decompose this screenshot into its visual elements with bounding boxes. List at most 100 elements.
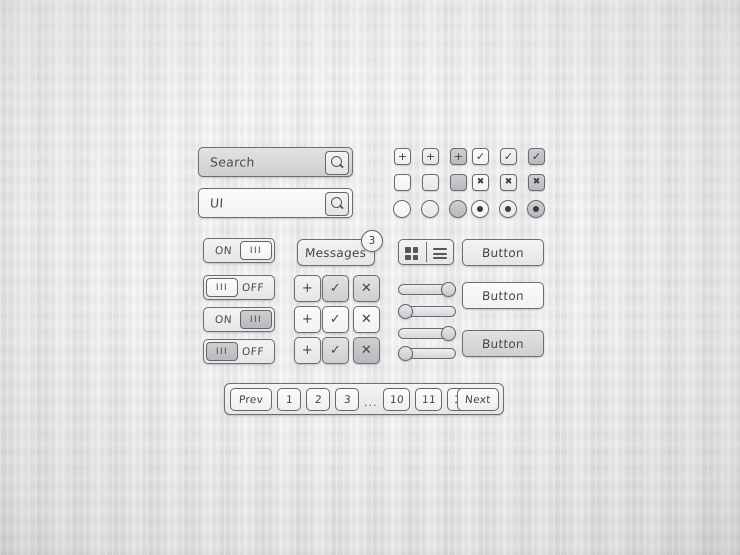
icon-button-check-1[interactable]: ✓ (322, 275, 349, 302)
pagination-next-label: Next (464, 393, 492, 406)
plus-icon: + (425, 150, 436, 163)
pagination-page-2[interactable]: 2 (306, 388, 330, 411)
icon-button-check-3[interactable]: ✓ (322, 337, 349, 364)
button-white[interactable]: Button (462, 282, 544, 309)
button-label: Button (481, 336, 525, 351)
search-button-2[interactable] (325, 192, 349, 216)
checkbox-empty-icon (451, 175, 466, 190)
search-icon (331, 156, 342, 167)
grid-view-icon[interactable] (405, 247, 418, 260)
plus-icon: + (301, 312, 314, 327)
check-icon: ✓ (531, 150, 542, 163)
toggle-off-2[interactable]: OFF III (203, 339, 275, 364)
toggle-label: ON (214, 313, 233, 326)
pagination-page-11[interactable]: 11 (415, 388, 442, 411)
toggle-knob[interactable]: III (206, 342, 238, 361)
slider-knob[interactable] (441, 326, 456, 341)
close-icon: ✖ (476, 177, 485, 187)
checkbox-checked-light[interactable]: ✓ (472, 148, 489, 165)
checkbox-checked-dark[interactable]: ✓ (528, 148, 545, 165)
icon-button-close-3[interactable]: ✕ (353, 337, 380, 364)
check-icon: ✓ (329, 343, 342, 358)
pagination-prev-label: Prev (238, 393, 264, 406)
toggle-off-1[interactable]: OFF III (203, 275, 275, 300)
close-icon: ✕ (360, 281, 373, 296)
wireframe-ui-kit: Search UI + + + ✓ ✓ ✓ ✖ ✖ ✖ ON III OFF I… (0, 0, 740, 555)
slider-4[interactable] (398, 346, 456, 361)
pagination: Prev 1 2 3 ... 10 11 12 Next (224, 383, 504, 415)
toggle-on-1[interactable]: ON III (203, 238, 275, 263)
button-label: Button (481, 245, 525, 260)
checkbox-empty-icon (423, 175, 438, 190)
checkbox-empty-mid[interactable] (422, 174, 439, 191)
pagination-next[interactable]: Next (457, 388, 499, 411)
icon-button-close-2[interactable]: ✕ (353, 306, 380, 333)
view-mode-switch[interactable] (398, 239, 454, 265)
icon-button-plus-2[interactable]: + (294, 306, 321, 333)
slider-1[interactable] (398, 282, 456, 297)
slider-3[interactable] (398, 326, 456, 341)
check-icon: ✓ (475, 150, 486, 163)
slider-knob[interactable] (441, 282, 456, 297)
checkbox-x-mid[interactable]: ✖ (500, 174, 517, 191)
slider-knob[interactable] (398, 304, 413, 319)
checkbox-x-dark[interactable]: ✖ (528, 174, 545, 191)
button-mid[interactable]: Button (462, 330, 544, 357)
radio-selected-mid[interactable] (499, 200, 517, 218)
toggle-knob[interactable]: III (240, 241, 272, 260)
pagination-page-label: 11 (421, 393, 436, 406)
radio-selected-dark[interactable] (527, 200, 545, 218)
segment-divider (426, 242, 428, 262)
pagination-page-label: 10 (389, 393, 404, 406)
checkbox-checked-mid[interactable]: ✓ (500, 148, 517, 165)
close-icon: ✕ (360, 312, 373, 327)
slider-2[interactable] (398, 304, 456, 319)
radio-selected-icon (533, 206, 539, 212)
checkbox-plus-light[interactable]: + (394, 148, 411, 165)
button-light[interactable]: Button (462, 239, 544, 266)
checkbox-x-light[interactable]: ✖ (472, 174, 489, 191)
toggle-knob[interactable]: III (206, 278, 238, 297)
radio-selected-icon (505, 206, 511, 212)
checkbox-plus-mid[interactable]: + (422, 148, 439, 165)
pagination-page-10[interactable]: 10 (383, 388, 410, 411)
toggle-label: ON (214, 244, 233, 257)
checkbox-plus-dark[interactable]: + (450, 148, 467, 165)
messages-badge: 3 (361, 230, 383, 252)
radio-selected-light[interactable] (471, 200, 489, 218)
messages-button-label: Messages (304, 245, 368, 260)
toggle-knob[interactable]: III (240, 310, 272, 329)
plus-icon: + (397, 150, 408, 163)
icon-button-plus-3[interactable]: + (294, 337, 321, 364)
checkbox-empty-dark[interactable] (450, 174, 467, 191)
icon-button-plus-1[interactable]: + (294, 275, 321, 302)
radio-selected-icon (477, 206, 483, 212)
button-label: Button (481, 288, 525, 303)
pagination-page-1[interactable]: 1 (277, 388, 301, 411)
toggle-grip-icon: III (215, 346, 229, 357)
slider-knob[interactable] (398, 346, 413, 361)
radio-empty-mid[interactable] (421, 200, 439, 218)
toggle-on-2[interactable]: ON III (203, 307, 275, 332)
search-input-value-text: UI (209, 195, 224, 211)
check-icon: ✓ (503, 150, 514, 163)
pagination-prev[interactable]: Prev (230, 388, 272, 411)
close-icon: ✖ (532, 177, 541, 187)
search-icon (331, 197, 342, 208)
checkbox-empty-light[interactable] (394, 174, 411, 191)
toggle-label: OFF (241, 281, 265, 294)
search-field-value[interactable]: UI (198, 188, 353, 218)
list-view-icon[interactable] (433, 248, 447, 259)
plus-icon: + (301, 281, 314, 296)
search-field-placeholder[interactable]: Search (198, 147, 353, 177)
search-button[interactable] (325, 151, 349, 175)
check-icon: ✓ (329, 312, 342, 327)
pagination-ellipsis: ... (364, 396, 378, 409)
icon-button-close-1[interactable]: ✕ (353, 275, 380, 302)
toggle-grip-icon: III (249, 245, 263, 256)
radio-empty-dark[interactable] (449, 200, 467, 218)
close-icon: ✖ (504, 177, 513, 187)
pagination-page-3[interactable]: 3 (335, 388, 359, 411)
radio-empty-light[interactable] (393, 200, 411, 218)
icon-button-check-2[interactable]: ✓ (322, 306, 349, 333)
